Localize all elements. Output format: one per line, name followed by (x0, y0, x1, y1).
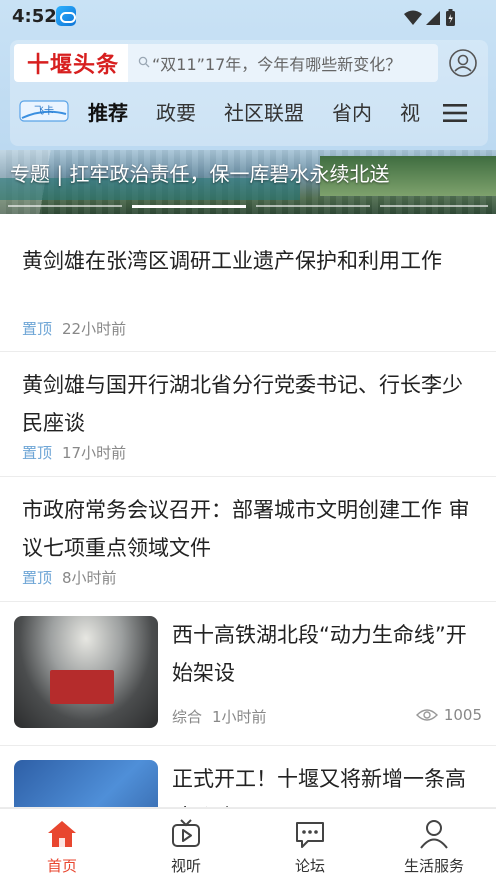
app-logo[interactable]: 十堰头条 (14, 44, 132, 82)
news-category: 综合 (172, 708, 203, 726)
news-time: 8小时前 (62, 569, 117, 587)
status-time: 4:52 (12, 6, 57, 27)
view-count: 1005 (415, 706, 482, 724)
nav-video[interactable]: 视听 (124, 809, 248, 882)
signal-icon (426, 11, 440, 25)
wifi-icon (404, 10, 422, 25)
nav-home[interactable]: 首页 (0, 809, 124, 882)
news-meta: 置顶 22小时前 (22, 318, 126, 339)
tab-province[interactable]: 省内 (332, 96, 372, 130)
channel-tabs: 推荐 政要 社区联盟 省内 视 (88, 96, 432, 130)
news-meta: 综合 1小时前 1005 (172, 706, 482, 727)
app-logo-text: 十堰头条 (26, 53, 119, 78)
pinned-tag: 置顶 (22, 569, 53, 587)
app-notification-icon (56, 6, 76, 26)
news-time: 22小时前 (62, 320, 127, 338)
news-thumbnail (14, 616, 158, 728)
nav-label: 生活服务 (403, 857, 464, 875)
search-placeholder: “双11”17年，今年有哪些新变化？ (152, 55, 402, 74)
news-title: 黄剑雄在张湾区调研工业遗产保护和利用工作 (22, 249, 442, 273)
news-title: 黄剑雄与国开行湖北省分行党委书记、行长李少民座谈 (22, 373, 463, 435)
channel-logo[interactable]: 飞卡 (18, 96, 70, 126)
carousel-dot (256, 205, 370, 207)
top-header: 4:52 十堰头条 “双11”17年，今年有哪些新变化？ 飞卡 推荐 政要 社区… (0, 0, 496, 150)
carousel-dot-active (132, 205, 246, 208)
eye-icon (415, 709, 438, 721)
news-title: 西十高铁湖北段“动力生命线”开始架设 (172, 623, 467, 685)
status-bar: 4:52 (0, 0, 496, 34)
news-item[interactable]: 黄剑雄在张湾区调研工业遗产保护和利用工作 置顶 22小时前 (0, 214, 496, 352)
tab-video[interactable]: 视 (400, 96, 420, 130)
news-meta: 置顶 8小时前 (22, 567, 117, 588)
news-meta: 置顶 17小时前 (22, 442, 126, 463)
pinned-tag: 置顶 (22, 320, 53, 338)
news-item[interactable]: 市政府常务会议召开：部署城市文明创建工作 审议七项重点领域文件 置顶 8小时前 (0, 477, 496, 602)
nav-label: 论坛 (294, 857, 325, 875)
user-profile-icon[interactable] (448, 48, 478, 78)
pinned-tag: 置顶 (22, 444, 53, 462)
forum-icon (296, 822, 324, 848)
news-title: 市政府常务会议召开：部署城市文明创建工作 审议七项重点领域文件 (22, 498, 470, 560)
nav-label: 视听 (170, 857, 201, 875)
tab-community[interactable]: 社区联盟 (224, 96, 304, 130)
carousel-indicator (0, 203, 496, 209)
banner-title: 专题 | 扛牢政治责任，保一库碧水永续北送 (10, 162, 390, 186)
news-time: 1小时前 (212, 708, 267, 726)
news-item-with-image[interactable]: 西十高铁湖北段“动力生命线”开始架设 综合 1小时前 1005 (0, 602, 496, 746)
carousel-dot (380, 205, 488, 207)
home-icon (48, 821, 76, 847)
carousel-dot (8, 205, 122, 207)
news-item[interactable]: 黄剑雄与国开行湖北省分行党委书记、行长李少民座谈 置顶 17小时前 (0, 352, 496, 477)
menu-icon[interactable] (442, 102, 468, 124)
view-count-value: 1005 (443, 706, 482, 724)
nav-life-service[interactable]: 生活服务 (372, 809, 496, 882)
news-item-with-image[interactable]: 正式开工！十堰又将新增一条高速公路 (0, 746, 496, 808)
nav-forum[interactable]: 论坛 (248, 809, 372, 882)
bottom-nav: 首页 视听 论坛 生活服务 (0, 808, 496, 882)
svg-text:飞卡: 飞卡 (34, 104, 54, 117)
news-time: 17小时前 (62, 444, 127, 462)
tab-politics[interactable]: 政要 (156, 96, 196, 130)
nav-label: 首页 (46, 857, 77, 875)
news-thumbnail (14, 760, 158, 807)
tab-recommend[interactable]: 推荐 (88, 96, 128, 130)
video-icon (172, 819, 200, 847)
news-title: 正式开工！十堰又将新增一条高速公路 (172, 767, 466, 807)
banner-carousel[interactable]: 专题 | 扛牢政治责任，保一库碧水永续北送 (0, 150, 496, 214)
search-bar[interactable]: “双11”17年，今年有哪些新变化？ (128, 44, 438, 82)
status-icons (404, 9, 455, 26)
search-icon (138, 56, 150, 68)
user-service-icon (420, 820, 448, 849)
